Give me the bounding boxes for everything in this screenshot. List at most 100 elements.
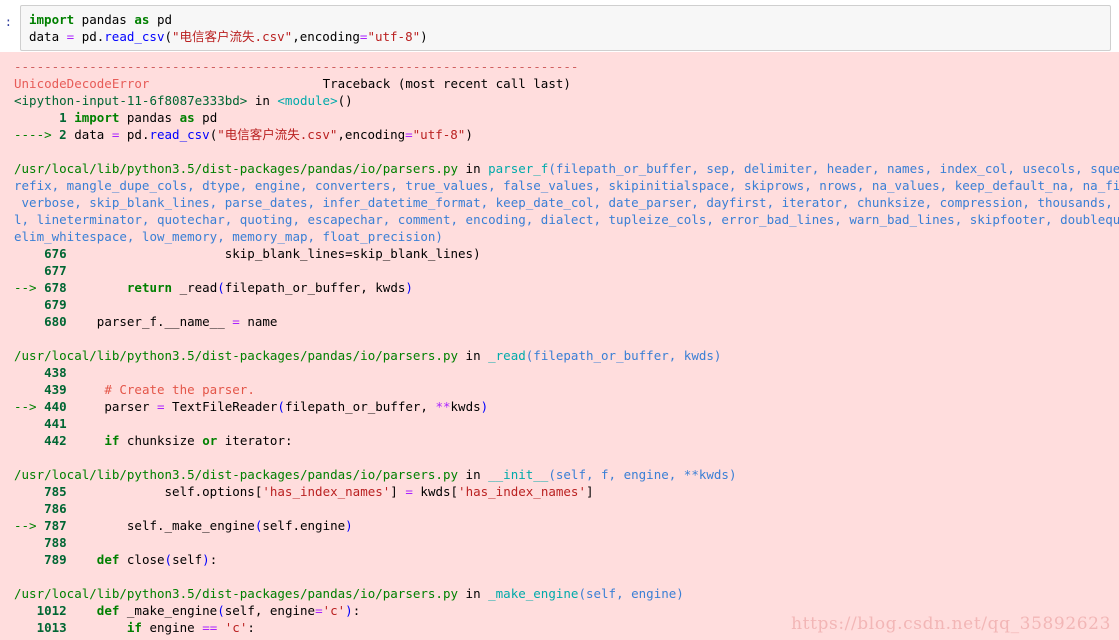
- code-token: if: [104, 433, 120, 448]
- code-token: "电信客户流失.csv": [217, 127, 338, 142]
- traceback-line-src-1: 1 import pandas as pd: [0, 109, 1119, 126]
- code-token: 1012: [36, 603, 67, 618]
- code-token: (: [164, 552, 173, 567]
- code-token: 2: [59, 127, 67, 142]
- code-token: 678: [44, 280, 67, 295]
- input-cell: : import pandas as pd data = pd.read_csv(…: [0, 0, 1119, 52]
- code-token: kwds: [450, 399, 481, 414]
- code-token: name: [239, 314, 278, 329]
- code-token: ==: [202, 620, 218, 635]
- code-token: "utf-8": [367, 29, 421, 44]
- code-line: import pandas as pd: [29, 11, 1104, 28]
- code-token: 438: [44, 365, 67, 380]
- error-output-block: ----------------------------------------…: [0, 52, 1119, 640]
- code-token: **: [435, 399, 451, 414]
- code-token: kwds[: [412, 484, 459, 499]
- code-token: pd: [149, 12, 173, 27]
- code-token: ): [465, 127, 473, 142]
- code-token: 1013: [36, 620, 67, 635]
- traceback-line-src-678-current: --> 678 return _read(filepath_or_buffer,…: [0, 279, 1119, 296]
- code-token: read_csv: [104, 29, 165, 44]
- code-token: "电信客户流失.csv": [172, 29, 293, 44]
- code-token: engine: [141, 620, 203, 635]
- code-token: in: [458, 467, 489, 482]
- traceback-line-src-676: 676 skip_blank_lines=skip_blank_lines): [0, 245, 1119, 262]
- code-token: # Create the parser.: [104, 382, 255, 397]
- code-token: _read: [172, 280, 218, 295]
- code-token: in: [458, 586, 489, 601]
- code-editor[interactable]: import pandas as pd data = pd.read_csv("电…: [20, 5, 1111, 51]
- code-token: ,encoding: [337, 127, 406, 142]
- traceback-line-src-441: 441: [0, 415, 1119, 432]
- code-token: __init__: [488, 467, 549, 482]
- code-token: self._make_engine: [66, 518, 255, 533]
- code-token: 789: [44, 552, 67, 567]
- traceback-line-frame-parser-f-cont4: elim_whitespace, low_memory, memory_map,…: [0, 228, 1119, 245]
- code-token: =: [315, 603, 323, 618]
- code-token: ): [420, 29, 428, 44]
- traceback-line-src-680: 680 parser_f.__name__ = name: [0, 313, 1119, 330]
- code-token: read_csv: [149, 127, 210, 142]
- traceback-line-src-439: 439 # Create the parser.: [0, 381, 1119, 398]
- code-line: data = pd.read_csv("电信客户流失.csv",encoding…: [29, 28, 1104, 45]
- code-token: :: [247, 620, 255, 635]
- code-token: /usr/local/lib/python3.5/dist-packages/p…: [14, 467, 459, 482]
- code-token: verbose, skip_blank_lines, parse_dates, …: [14, 195, 1119, 210]
- code-token: pd.: [74, 29, 105, 44]
- code-token: ): [345, 518, 353, 533]
- traceback-line-src-438: 438: [0, 364, 1119, 381]
- traceback-line-frame-parser-f: /usr/local/lib/python3.5/dist-packages/p…: [0, 160, 1119, 177]
- code-token: /usr/local/lib/python3.5/dist-packages/p…: [14, 161, 459, 176]
- code-token: _make_engine: [488, 586, 579, 601]
- code-token: as: [134, 12, 150, 27]
- code-token: 441: [44, 416, 67, 431]
- code-token: ): [405, 280, 413, 295]
- code-token: or: [202, 433, 218, 448]
- code-token: 785: [44, 484, 67, 499]
- code-token: 788: [44, 535, 67, 550]
- code-token: (self, f, engine, **kwds): [548, 467, 737, 482]
- code-token: __name__: [164, 314, 225, 329]
- traceback-line-src-786: 786: [0, 500, 1119, 517]
- code-token: <ipython-input-11-6f8087e333bd>: [14, 93, 248, 108]
- code-token: _make_engine: [119, 603, 218, 618]
- code-token: elim_whitespace, low_memory, memory_map,…: [14, 229, 443, 244]
- code-token: :: [352, 603, 361, 618]
- code-token: 'c': [322, 603, 346, 618]
- code-token: l, lineterminator, quotechar, quoting, e…: [14, 212, 1119, 227]
- code-token: filepath_or_buffer,: [284, 399, 436, 414]
- traceback-line-src-679: 679: [0, 296, 1119, 313]
- code-token: parser_f: [488, 161, 549, 176]
- code-token: def: [96, 603, 120, 618]
- code-token: <module>: [277, 93, 338, 108]
- code-token: ]: [390, 484, 406, 499]
- code-token: 'has_index_names': [262, 484, 391, 499]
- code-token: 679: [44, 297, 67, 312]
- code-token: filepath_or_buffer, kwds: [224, 280, 406, 295]
- traceback-line-blank-2: [0, 330, 1119, 347]
- code-token: 442: [44, 433, 67, 448]
- traceback-line-blank-1: [0, 143, 1119, 160]
- traceback-line-frame-init: /usr/local/lib/python3.5/dist-packages/p…: [0, 466, 1119, 483]
- code-token: ]: [585, 484, 594, 499]
- code-token: UnicodeDecodeError: [14, 76, 150, 91]
- code-token: data: [29, 29, 67, 44]
- traceback-line-frame-parser-f-cont1: refix, mangle_dupe_cols, dtype, engine, …: [0, 177, 1119, 194]
- traceback-lines: ----------------------------------------…: [0, 58, 1119, 636]
- code-token: 786: [44, 501, 67, 516]
- traceback-line-src-677: 677: [0, 262, 1119, 279]
- code-token: if: [126, 620, 142, 635]
- traceback-line-src-785: 785 self.options['has_index_names'] = kw…: [0, 483, 1119, 500]
